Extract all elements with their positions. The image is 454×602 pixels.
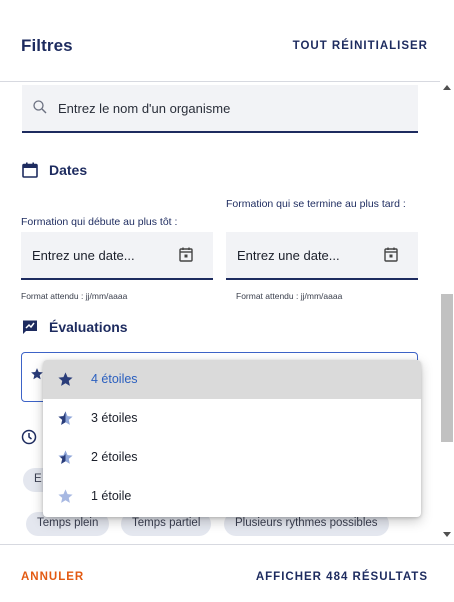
scroll-up-arrow[interactable] — [443, 85, 451, 90]
calendar-picker-icon[interactable] — [179, 247, 193, 262]
search-placeholder: Entrez le nom d'un organisme — [58, 101, 231, 116]
show-results-button[interactable]: AFFICHER 484 RÉSULTATS — [256, 571, 428, 583]
evaluations-section-title: Évaluations — [49, 319, 128, 335]
chip-label: E — [34, 473, 42, 485]
option-4-stars[interactable]: 4 étoiles — [43, 360, 421, 399]
star-icon — [58, 411, 73, 425]
scrollbar-thumb[interactable] — [441, 294, 453, 442]
option-label: 3 étoiles — [91, 411, 138, 425]
search-icon — [33, 100, 47, 114]
calendar-icon — [22, 162, 38, 178]
chip-label: Plusieurs rythmes possibles — [235, 517, 378, 529]
star-icon — [58, 372, 73, 386]
evaluations-dropdown-menu: 4 étoiles 3 étoiles 2 étoiles 1 étoile — [43, 360, 421, 517]
star-icon — [58, 489, 73, 503]
end-date-input[interactable]: Entrez une date... — [226, 232, 418, 280]
page-title: Filtres — [21, 36, 73, 55]
end-date-label: Formation qui se termine au plus tard : — [226, 198, 406, 210]
star-icon — [31, 368, 43, 380]
end-date-placeholder: Entrez une date... — [237, 248, 340, 263]
reset-all-button[interactable]: TOUT RÉINITIALISER — [293, 40, 428, 52]
option-label: 1 étoile — [91, 489, 132, 503]
scroll-down-arrow[interactable] — [443, 532, 451, 537]
chip-label: Temps partiel — [132, 517, 201, 529]
option-label: 2 étoiles — [91, 450, 138, 464]
cancel-button[interactable]: ANNULER — [21, 571, 84, 583]
chip-label: Temps plein — [37, 517, 99, 529]
clock-icon — [21, 429, 37, 445]
start-date-placeholder: Entrez une date... — [32, 248, 135, 263]
end-date-hint: Format attendu : jj/mm/aaaa — [236, 291, 343, 301]
filters-header: Filtres TOUT RÉINITIALISER — [0, 0, 454, 82]
start-date-input[interactable]: Entrez une date... — [21, 232, 213, 280]
star-icon — [58, 450, 73, 464]
chat-rating-icon — [23, 320, 37, 334]
organism-search-input[interactable]: Entrez le nom d'un organisme — [22, 85, 418, 133]
start-date-label: Formation qui débute au plus tôt : — [21, 216, 178, 228]
option-2-stars[interactable]: 2 étoiles — [43, 438, 421, 477]
start-date-hint: Format attendu : jj/mm/aaaa — [21, 291, 128, 301]
option-label: 4 étoiles — [91, 372, 138, 386]
option-3-stars[interactable]: 3 étoiles — [43, 399, 421, 438]
dates-section-title: Dates — [49, 162, 88, 178]
filters-footer: ANNULER AFFICHER 484 RÉSULTATS — [0, 545, 454, 602]
calendar-picker-icon[interactable] — [384, 247, 398, 262]
option-1-star[interactable]: 1 étoile — [43, 477, 421, 516]
